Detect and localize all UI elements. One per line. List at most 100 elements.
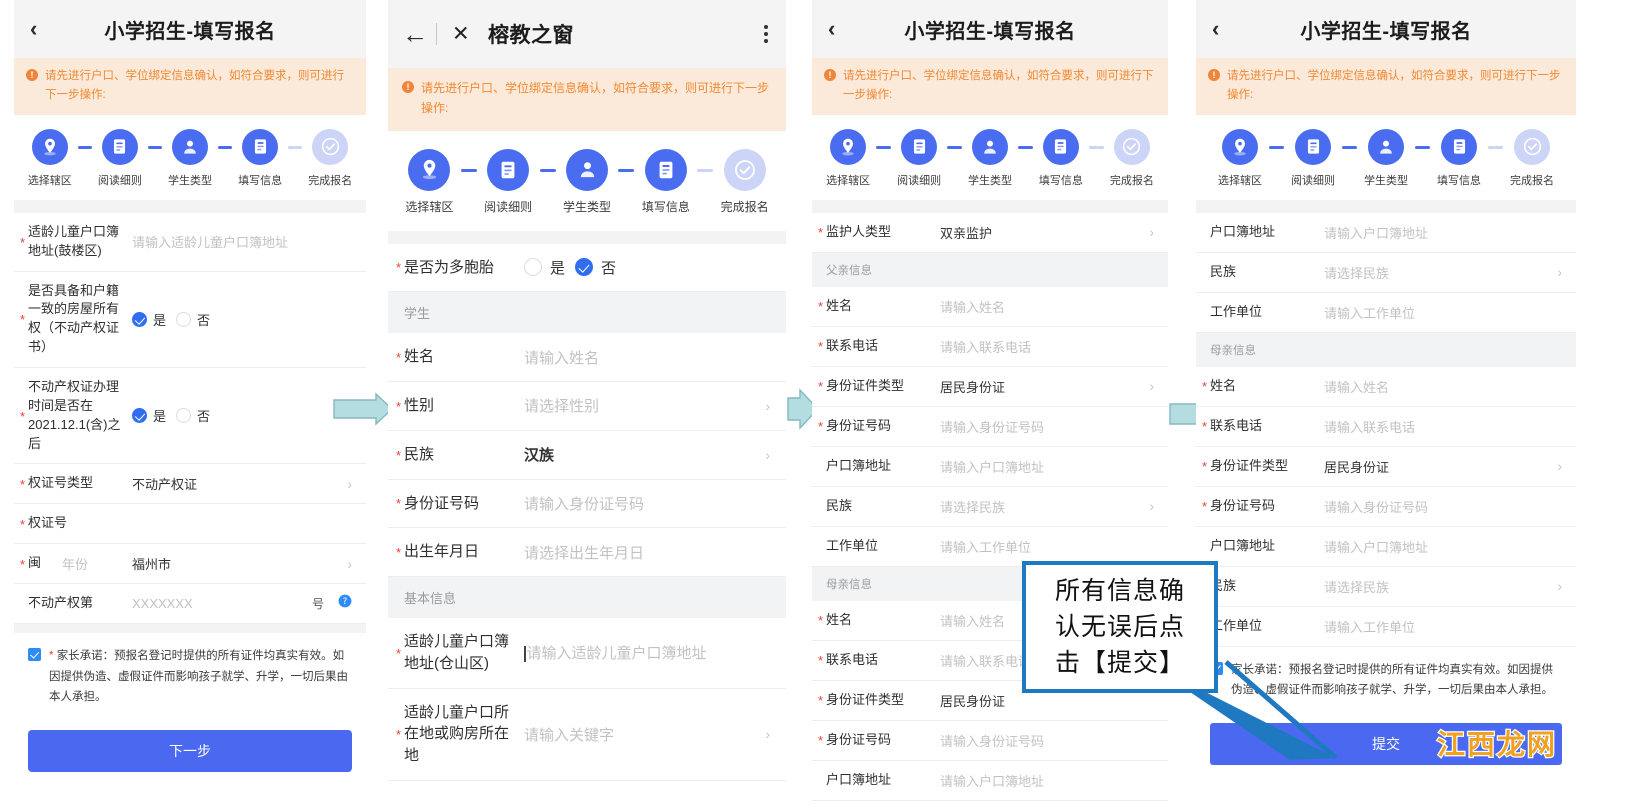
field-row-father-phone[interactable]: 联系电话 请输入联系电话 (812, 327, 1168, 367)
sidebar-item-step-2[interactable]: 阅读细则 (477, 148, 540, 215)
field-row-mother-id-number[interactable]: 身份证号码 请输入身份证号码 (1196, 487, 1576, 527)
sidebar-item-step-5[interactable]: 完成报名 (302, 128, 358, 188)
field-row-house-ownership[interactable]: 是否具备和户籍一致的房屋所有权（不动产权证书） 是 否 (14, 272, 366, 368)
radio-dot-checked[interactable] (132, 311, 147, 327)
field-input[interactable]: 请输入工作单位 (1324, 617, 1562, 636)
radio-dot[interactable] (524, 258, 542, 277)
field-input[interactable]: 请输入联系电话 (940, 337, 1154, 356)
sidebar-item-step-2[interactable]: 阅读细则 (92, 128, 148, 188)
field-input[interactable]: 请输入户口簿地址 (940, 457, 1154, 476)
chevron-right-icon[interactable]: › (765, 398, 770, 414)
radio-dot-checked[interactable] (575, 258, 594, 277)
sidebar-item-step-2[interactable]: 阅读细则 (891, 128, 947, 188)
radio-dot[interactable] (176, 408, 192, 424)
field-input[interactable]: 请输入户口簿地址 (1324, 537, 1562, 556)
next-step-button[interactable]: 下一步 (28, 729, 352, 772)
field-input[interactable]: 请输入工作单位 (1324, 303, 1562, 322)
field-input[interactable]: 请输入身份证号码 (940, 731, 1154, 750)
field-input[interactable]: 请输入适龄儿童户口簿地址 (132, 232, 352, 251)
field-row-student-gender[interactable]: 性别 请选择性别 › (388, 382, 786, 431)
chevron-right-icon[interactable]: › (1149, 498, 1154, 514)
field-input[interactable]: 请输入姓名 (1324, 377, 1562, 396)
field-input[interactable]: 请输入身份证号码 (940, 417, 1154, 436)
chevron-right-icon[interactable]: › (1557, 578, 1562, 594)
field-row-cert-date[interactable]: 不动产权证办理时间是否在2021.12.1(含)之后 是 否 (14, 368, 366, 465)
field-row-guardian-type[interactable]: 监护人类型 双亲监护 › (812, 213, 1168, 253)
chevron-right-icon[interactable]: › (1149, 224, 1154, 240)
chevron-right-icon[interactable]: › (1557, 458, 1562, 474)
radio-group[interactable]: 是 否 (132, 406, 352, 425)
field-value[interactable]: 请选择民族 (940, 497, 1141, 516)
radio-yes[interactable]: 是 (524, 257, 565, 278)
radio-group[interactable]: 是 否 (524, 257, 770, 278)
radio-no[interactable]: 否 (176, 310, 210, 329)
radio-group[interactable]: 是 否 (132, 310, 352, 329)
chevron-right-icon[interactable]: › (765, 726, 770, 742)
radio-yes[interactable]: 是 (132, 406, 166, 425)
field-row-father-huji-address[interactable]: 户口簿地址 请输入户口簿地址 (1196, 213, 1576, 253)
radio-dot[interactable] (176, 311, 192, 327)
sidebar-item-step-4[interactable]: 填写信息 (1033, 128, 1089, 188)
sidebar-item-step-5[interactable]: 完成报名 (1104, 128, 1160, 188)
field-row-father-name[interactable]: 姓名 请输入姓名 (812, 287, 1168, 327)
question-circle-icon[interactable]: ? (338, 594, 352, 613)
field-input[interactable]: XXXXXXX (132, 596, 304, 611)
sidebar-item-step-3[interactable]: 学生类型 (162, 128, 218, 188)
back-icon[interactable]: ‹ (1212, 18, 1219, 40)
field-row-mother-ethnicity[interactable]: 民族 请选择民族 › (1196, 567, 1576, 607)
promise-checkbox[interactable] (28, 648, 41, 662)
field-row-father-workplace[interactable]: 工作单位 请输入工作单位 (1196, 293, 1576, 333)
sidebar-item-step-1[interactable]: 选择辖区 (820, 128, 876, 188)
field-input[interactable]: 请输入户口簿地址 (940, 771, 1154, 790)
field-row-mother-name[interactable]: 姓名 请输入姓名 (1196, 367, 1576, 407)
field-row-cert-number[interactable]: 权证号 (14, 504, 366, 545)
sidebar-item-step-1[interactable]: 选择辖区 (398, 148, 461, 215)
back-arrow-icon[interactable]: ← (402, 21, 428, 47)
field-input[interactable]: 请输入姓名 (940, 297, 1154, 316)
field-row-mother-workplace[interactable]: 工作单位 请输入工作单位 (1196, 607, 1576, 647)
sidebar-item-step-1[interactable]: 选择辖区 (1211, 128, 1269, 188)
field-row-multiple-birth[interactable]: 是否为多胞胎 是 否 (388, 244, 786, 293)
field-row-student-id[interactable]: 身份证号码 请输入身份证号码 (388, 480, 786, 529)
field-row-child-huji-address[interactable]: 适龄儿童户口簿地址(仓山区) 请输入适龄儿童户口簿地址 (388, 618, 786, 689)
sidebar-item-step-3[interactable]: 学生类型 (556, 148, 619, 215)
chevron-right-icon[interactable]: › (347, 476, 352, 492)
sidebar-item-step-3[interactable]: 学生类型 (1357, 128, 1415, 188)
field-value[interactable]: 请选择民族 (1324, 263, 1549, 282)
sidebar-item-step-5[interactable]: 完成报名 (1503, 128, 1561, 188)
field-row-mother-huji-address[interactable]: 户口簿地址 请输入户口簿地址 (812, 761, 1168, 801)
sidebar-item-step-4[interactable]: 填写信息 (232, 128, 288, 188)
field-input[interactable]: 请输入身份证号码 (524, 493, 770, 514)
field-row-father-ethnicity[interactable]: 民族 请选择民族 › (812, 487, 1168, 527)
field-input[interactable]: 请输入户口簿地址 (1324, 223, 1562, 242)
field-input[interactable]: 请输入联系电话 (1324, 417, 1562, 436)
radio-dot-checked[interactable] (132, 408, 147, 424)
sidebar-item-step-4[interactable]: 填写信息 (634, 148, 697, 215)
back-icon[interactable]: ‹ (828, 18, 835, 40)
back-icon[interactable]: ‹ (30, 18, 37, 40)
field-value[interactable]: 请选择民族 (1324, 577, 1549, 596)
field-row-min-year[interactable]: 闽 年份 福州市 › (14, 544, 366, 585)
kebab-menu-icon[interactable] (764, 25, 768, 43)
field-input-focused[interactable]: 请输入适龄儿童户口簿地址 (524, 642, 770, 663)
field-row-student-name[interactable]: 姓名 请输入姓名 (388, 333, 786, 383)
sidebar-item-step-2[interactable]: 阅读细则 (1284, 128, 1342, 188)
field-row-father-ethnicity[interactable]: 民族 请选择民族 › (1196, 253, 1576, 293)
field-input[interactable]: 请输入关键字 (524, 724, 757, 745)
field-row-cert-type[interactable]: 权证号类型 不动产权证 › (14, 464, 366, 505)
field-input[interactable]: 请输入身份证号码 (1324, 497, 1562, 516)
sidebar-item-step-3[interactable]: 学生类型 (962, 128, 1018, 188)
field-row-father-id-type[interactable]: 身份证件类型 居民身份证 › (812, 367, 1168, 407)
chevron-right-icon[interactable]: › (1149, 378, 1154, 394)
field-input[interactable]: 请输入姓名 (524, 347, 770, 368)
radio-no[interactable]: 否 (176, 406, 210, 425)
field-input[interactable]: 请输入工作单位 (940, 537, 1154, 556)
chevron-right-icon[interactable]: › (347, 556, 352, 572)
field-row-huji-address[interactable]: 适龄儿童户口簿地址(鼓楼区) 请输入适龄儿童户口簿地址 (14, 213, 366, 272)
close-icon[interactable]: ✕ (452, 22, 470, 47)
field-row-mother-id-number[interactable]: 身份证号码 请输入身份证号码 (812, 721, 1168, 761)
field-row-property-no[interactable]: 不动产权第 XXXXXXX 号 ? (14, 584, 366, 625)
chevron-right-icon[interactable]: › (765, 447, 770, 463)
field-row-father-huji-address[interactable]: 户口簿地址 请输入户口簿地址 (812, 447, 1168, 487)
sidebar-item-step-1[interactable]: 选择辖区 (22, 128, 78, 188)
